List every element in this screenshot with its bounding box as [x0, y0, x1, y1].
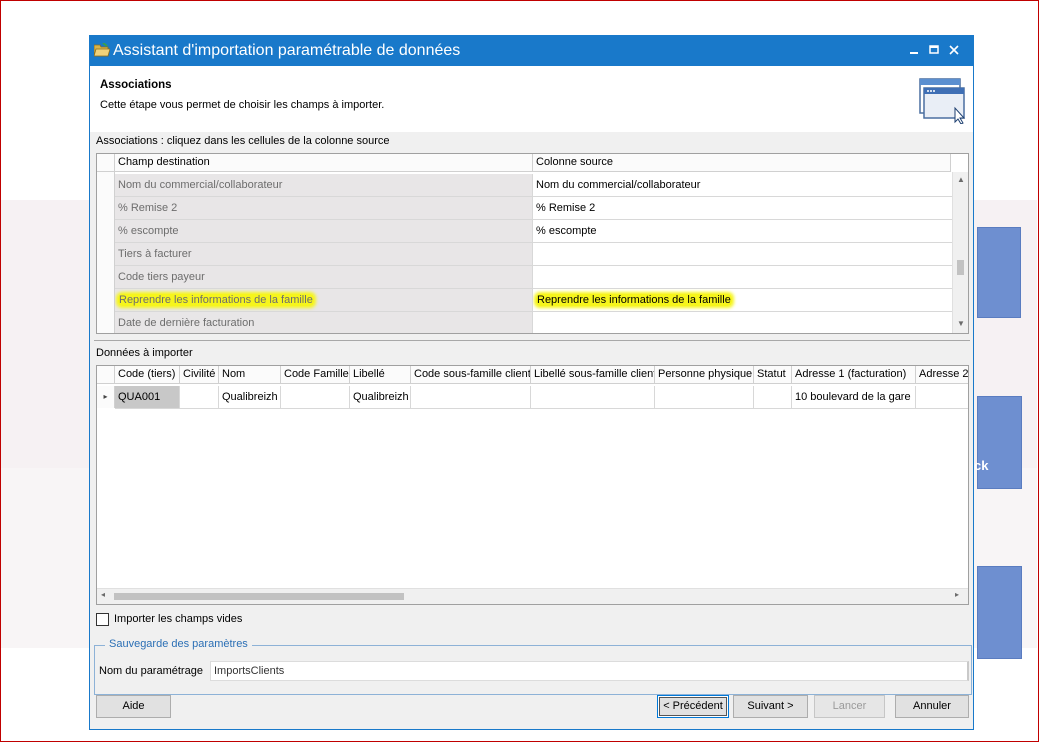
source-cell[interactable]	[533, 266, 953, 289]
column-header[interactable]: Statut	[754, 366, 792, 384]
column-header[interactable]: Nom	[219, 366, 281, 384]
data-cell[interactable]	[281, 386, 350, 409]
associations-label: Associations : cliquez dans les cellules…	[96, 135, 390, 147]
data-import-grid: Code (tiers) Civilité Nom Code Famille L…	[96, 365, 969, 605]
import-empty-fields-checkbox[interactable]	[96, 613, 109, 626]
source-cell[interactable]	[533, 243, 953, 266]
step-header: Associations Cette étape vous permet de …	[90, 66, 973, 132]
dest-cell[interactable]: Date de dernière facturation	[115, 312, 533, 333]
next-button[interactable]: Suivant >	[733, 695, 808, 718]
scroll-right-icon[interactable]: ▸	[955, 590, 959, 599]
associations-vertical-scrollbar[interactable]: ▲ ▼	[952, 172, 968, 333]
window-cursor-icon	[919, 78, 966, 124]
column-header[interactable]: Adresse 1 (facturation)	[792, 366, 916, 384]
title-bar: Assistant d'importation paramétrable de …	[90, 36, 973, 66]
launch-button[interactable]: Lancer	[814, 695, 885, 718]
background-tile	[977, 566, 1022, 659]
maximize-button[interactable]	[926, 42, 942, 58]
scroll-thumb[interactable]	[114, 593, 404, 600]
folder-icon	[94, 43, 110, 57]
data-import-label: Données à importer	[96, 347, 193, 359]
save-settings-group: Sauvegarde des paramètres Nom du paramét…	[94, 638, 972, 695]
data-cell[interactable]	[655, 386, 754, 409]
minimize-button[interactable]	[906, 42, 922, 58]
minimize-icon	[910, 52, 918, 54]
column-header[interactable]: Code sous-famille client	[411, 366, 531, 384]
step-description: Cette étape vous permet de choisir les c…	[100, 99, 385, 111]
data-cell[interactable]: Qualibreizh	[350, 386, 411, 409]
scroll-thumb[interactable]	[957, 260, 964, 275]
column-header[interactable]: Code Famille	[281, 366, 350, 384]
current-row-indicator: ▸	[97, 386, 115, 408]
highlighted-text: Reprendre les informations de la famille	[118, 294, 314, 306]
dest-cell[interactable]: % Remise 2	[115, 197, 533, 220]
dest-cell-highlighted[interactable]: Reprendre les informations de la famille	[115, 289, 533, 312]
previous-button[interactable]: < Précédent	[657, 695, 729, 718]
source-cell[interactable]: % Remise 2	[533, 197, 953, 220]
grid-corner	[97, 366, 115, 384]
data-cell[interactable]	[411, 386, 531, 409]
column-header[interactable]: Code (tiers)	[115, 366, 180, 384]
data-cell[interactable]	[916, 386, 968, 409]
scroll-left-icon[interactable]: ◂	[101, 590, 105, 599]
close-button[interactable]	[946, 42, 962, 58]
source-cell[interactable]: % escompte	[533, 220, 953, 243]
import-empty-fields-label[interactable]: Importer les champs vides	[114, 613, 242, 625]
scroll-up-icon[interactable]: ▲	[953, 173, 968, 187]
data-cell-selected[interactable]: QUA001	[115, 386, 180, 409]
background-tile	[977, 227, 1021, 318]
data-cell[interactable]	[180, 386, 219, 409]
column-header-destination[interactable]: Champ destination	[115, 154, 533, 172]
row-header-strip	[97, 172, 115, 333]
dest-cell[interactable]: % escompte	[115, 220, 533, 243]
column-header[interactable]: Civilité	[180, 366, 219, 384]
close-icon	[949, 45, 959, 55]
window-title: Assistant d'importation paramétrable de …	[113, 42, 461, 59]
column-header[interactable]: Adresse 2	[916, 366, 968, 384]
step-title: Associations	[100, 79, 172, 91]
settings-name-input[interactable]: ImportsClients	[210, 661, 969, 681]
column-header[interactable]: Libellé	[350, 366, 411, 384]
data-cell[interactable]	[754, 386, 792, 409]
settings-name-label: Nom du paramétrage	[99, 665, 203, 677]
background-tile-text: ck	[974, 458, 989, 473]
associations-grid: Champ destination Colonne source Nom du …	[96, 153, 969, 334]
section-divider	[94, 340, 970, 341]
data-cell[interactable]: 10 boulevard de la gare	[792, 386, 916, 409]
data-cell[interactable]: Qualibreizh	[219, 386, 281, 409]
source-cell[interactable]: Nom du commercial/collaborateur	[533, 174, 953, 197]
data-horizontal-scrollbar[interactable]: ◂ ▸	[97, 588, 968, 604]
dest-cell[interactable]: Code tiers payeur	[115, 266, 533, 289]
grid-corner	[97, 154, 115, 172]
save-settings-legend: Sauvegarde des paramètres	[105, 638, 252, 650]
column-header[interactable]: Libellé sous-famille client	[531, 366, 655, 384]
source-cell-highlighted[interactable]: Reprendre les informations de la famille	[533, 289, 953, 312]
highlighted-text: Reprendre les informations de la famille	[536, 294, 732, 306]
source-cell[interactable]	[533, 312, 953, 333]
import-wizard-window: Assistant d'importation paramétrable de …	[89, 35, 974, 730]
maximize-icon	[929, 45, 939, 54]
cancel-button[interactable]: Annuler	[895, 695, 969, 718]
scroll-down-icon[interactable]: ▼	[953, 317, 968, 331]
column-header[interactable]: Personne physique	[655, 366, 754, 384]
help-button[interactable]: Aide	[96, 695, 171, 718]
dest-cell[interactable]: Nom du commercial/collaborateur	[115, 174, 533, 197]
background-tile	[977, 396, 1022, 489]
dest-cell[interactable]: Tiers à facturer	[115, 243, 533, 266]
column-header-source[interactable]: Colonne source	[533, 154, 951, 172]
data-cell[interactable]	[531, 386, 655, 409]
